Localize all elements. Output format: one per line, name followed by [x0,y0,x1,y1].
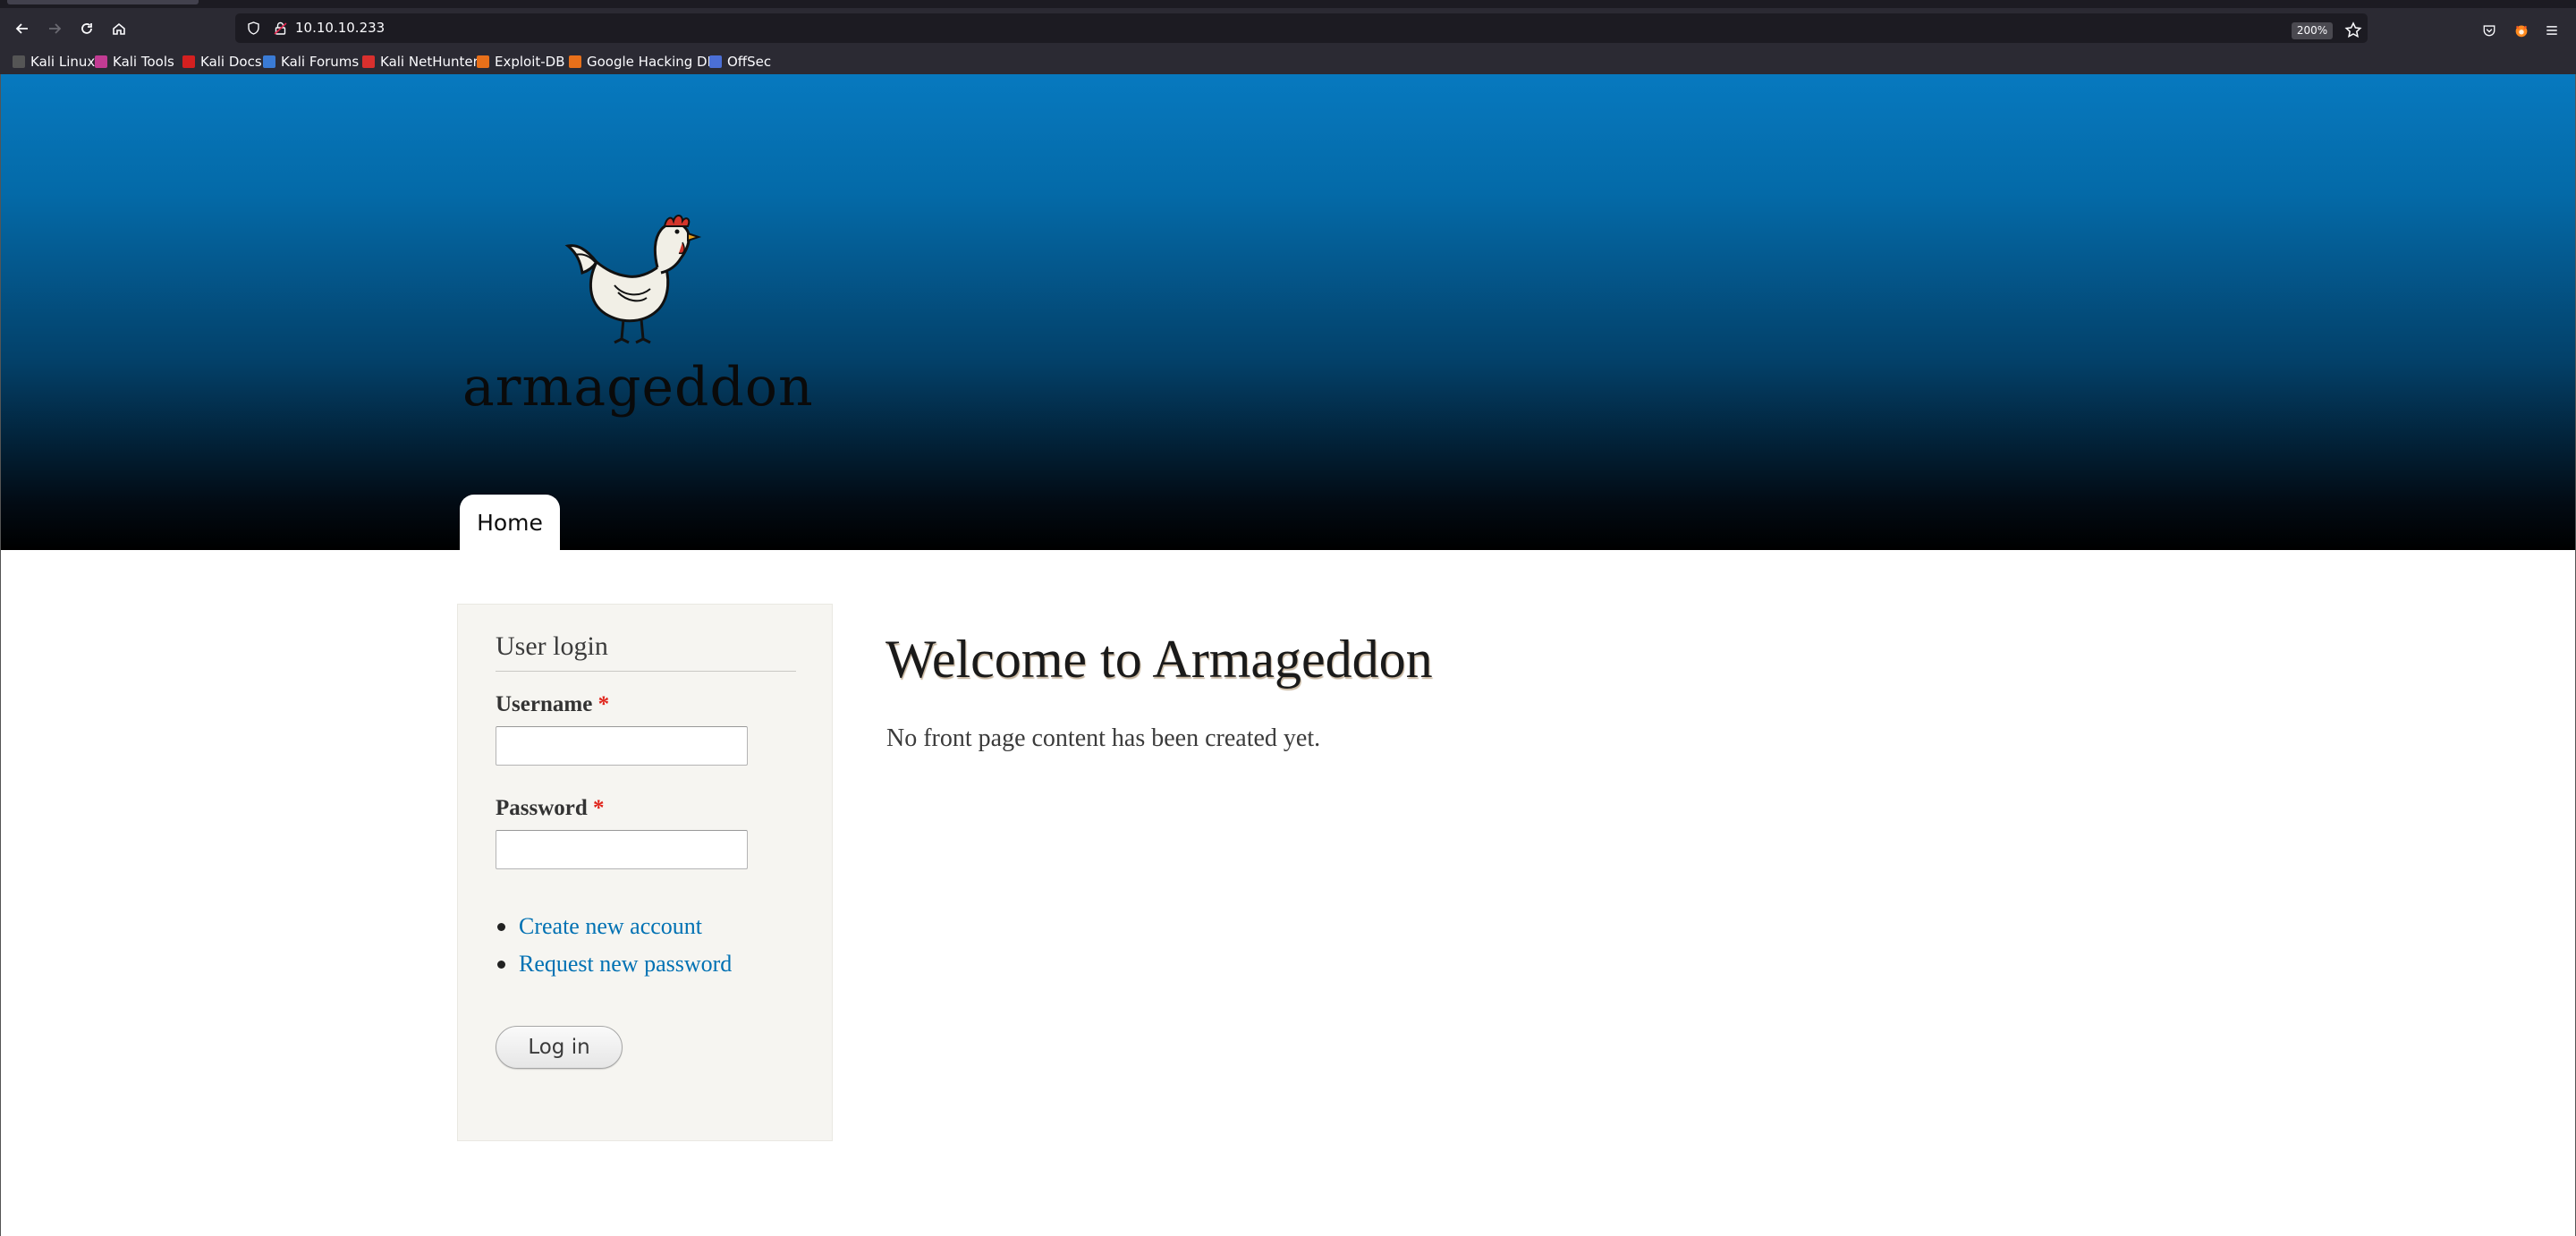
back-button[interactable] [9,15,36,42]
bookmark-google-hacking-db[interactable]: Google Hacking DB [569,48,716,74]
create-account-text[interactable]: Create new account [519,913,702,939]
bookmark-kali-forums[interactable]: Kali Forums [263,48,359,74]
username-label: Username * [496,692,609,717]
pocket-icon [2483,25,2496,37]
ghdb-icon [569,55,581,68]
password-label-text: Password [496,796,588,820]
required-marker: * [593,796,605,820]
username-label-text: Username [496,692,593,716]
extension-button[interactable] [2512,21,2531,40]
insecure-lock-icon[interactable] [273,21,288,36]
front-page-message: No front page content has been created y… [886,724,1321,752]
forward-arrow-icon [49,23,62,34]
bookmark-label: Google Hacking DB [587,53,716,70]
site-logo[interactable]: armageddon [462,199,813,432]
bookmark-kali-linux[interactable]: Kali Linux [13,48,95,74]
bookmark-label: Kali NetHunter [380,53,479,70]
block-title: User login [496,631,796,672]
bookmark-label: OffSec [727,53,772,70]
firefox-fox-icon [2515,25,2528,38]
url-bar[interactable]: 10.10.10.233 [235,13,2368,43]
back-arrow-icon [15,23,28,34]
bookmark-kali-nethunter[interactable]: Kali NetHunter [362,48,479,74]
page-title: Welcome to Armageddon [886,630,1433,689]
hamburger-menu-icon [2546,26,2557,35]
forward-button[interactable] [41,15,68,42]
home-button[interactable] [106,15,132,42]
nav-tab-home[interactable]: Home [460,495,560,550]
bullet [497,923,505,931]
rooster-icon [564,215,702,344]
url-text[interactable]: 10.10.10.233 [295,13,385,43]
password-field[interactable] [496,830,748,869]
web-page: armageddon Home User login Username * Pa… [0,74,2576,1236]
tab-strip [0,0,2576,8]
app-menu-button[interactable] [2542,21,2562,40]
bookmark-label: Kali Docs [200,53,262,70]
kali-dragon-icon [13,55,25,68]
login-links: Create new account Request new password [496,909,732,984]
bookmark-label: Exploit-DB [495,53,565,70]
bookmark-label: Kali Linux [30,53,96,70]
bookmark-label: Kali Tools [113,53,174,70]
bookmark-offsec[interactable]: OffSec [709,48,771,74]
bookmark-label: Kali Forums [281,53,360,70]
user-login-block: User login Username * Password * Create … [457,604,833,1141]
reload-button[interactable] [73,15,100,42]
kali-forums-icon [263,55,275,68]
bullet [497,961,505,969]
site-name[interactable]: armageddon [462,356,813,419]
required-marker: * [597,692,610,716]
bookmarks-toolbar: Kali Linux Kali Tools Kali Docs Kali For… [0,48,2576,75]
bookmark-exploit-db[interactable]: Exploit-DB [477,48,565,74]
active-tab[interactable] [7,0,199,4]
kali-tools-icon [95,55,107,68]
request-password-link[interactable]: Request new password [496,946,732,984]
bookmark-star-icon[interactable] [2343,21,2363,40]
log-in-button[interactable]: Log in [496,1026,623,1069]
bookmark-kali-docs[interactable]: Kali Docs [182,48,262,74]
create-account-link[interactable]: Create new account [496,909,732,946]
offsec-icon [709,55,722,68]
pocket-button[interactable] [2479,21,2499,40]
tracking-shield-icon[interactable] [246,21,261,36]
home-icon [113,22,125,35]
username-field[interactable] [496,726,748,766]
site-header: armageddon Home [1,74,2575,550]
exploit-db-icon [477,55,489,68]
reload-icon [81,23,92,34]
kali-nethunter-icon [362,55,375,68]
request-password-text[interactable]: Request new password [519,951,732,977]
browser-toolbar: 10.10.10.233 200% [0,8,2576,48]
bookmark-kali-tools[interactable]: Kali Tools [95,48,174,74]
password-label: Password * [496,796,605,821]
kali-docs-icon [182,55,195,68]
zoom-level-badge[interactable]: 200% [2292,22,2333,39]
